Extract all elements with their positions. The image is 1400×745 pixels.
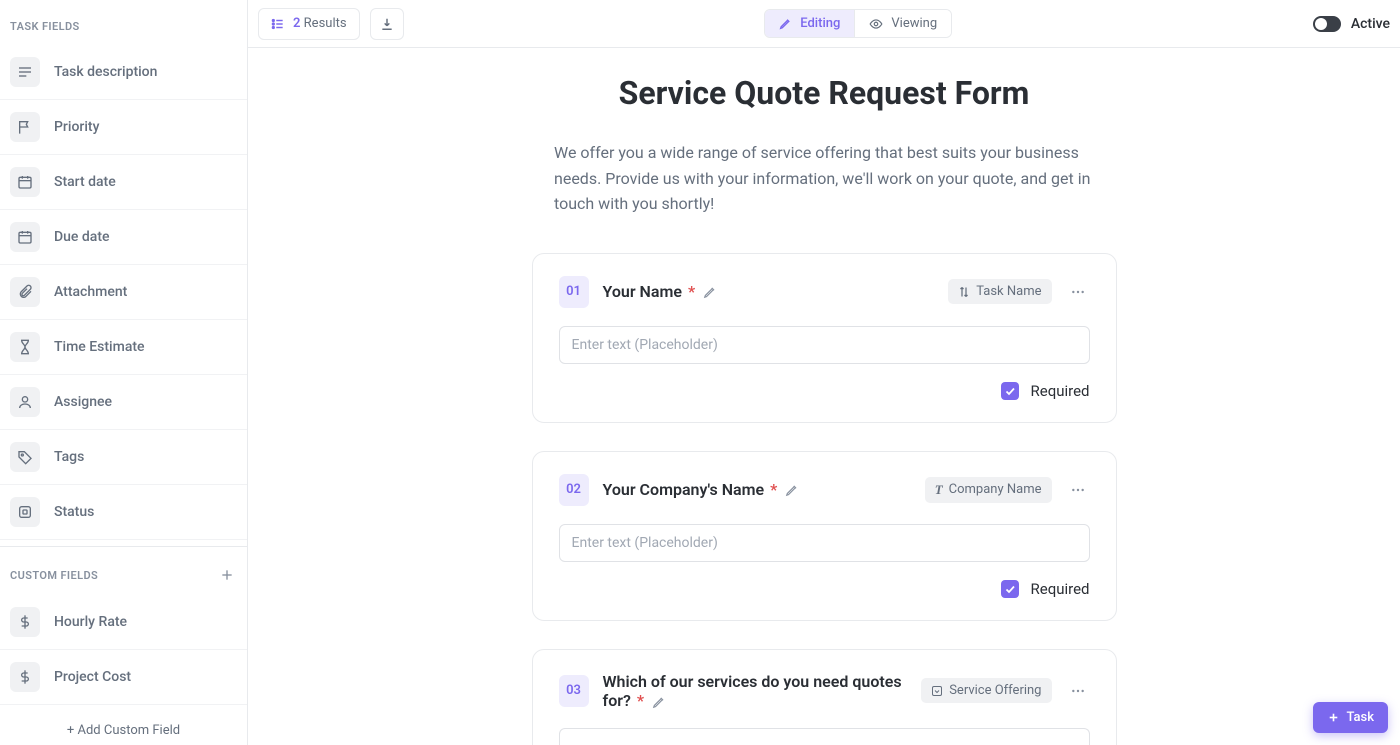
viewing-mode-button[interactable]: Viewing: [854, 10, 951, 37]
field-label: Attachment: [54, 284, 127, 300]
dollar-icon: [10, 662, 40, 692]
placeholder-input[interactable]: [559, 524, 1090, 562]
add-custom-field-icon[interactable]: [219, 567, 235, 583]
field-label: Start date: [54, 174, 116, 190]
sidebar-item-status[interactable]: Status: [0, 485, 247, 540]
required-checkbox[interactable]: [1001, 382, 1019, 400]
placeholder-input[interactable]: [559, 326, 1090, 364]
field-label: Assignee: [54, 394, 112, 410]
pencil-icon[interactable]: [652, 695, 666, 709]
fab-label: Task: [1346, 710, 1374, 725]
main: 2 Results Editing: [248, 0, 1400, 745]
question-card[interactable]: 02 Your Company's Name * T Company Name: [532, 451, 1117, 621]
results-button[interactable]: 2 Results: [258, 8, 360, 40]
required-label: Required: [1031, 382, 1090, 400]
list-icon: [271, 17, 285, 31]
editing-label: Editing: [800, 16, 840, 31]
field-label: Tags: [54, 449, 84, 465]
active-label: Active: [1351, 16, 1390, 32]
form-title[interactable]: Service Quote Request Form: [248, 74, 1400, 112]
field-label: Project Cost: [54, 669, 131, 685]
field-label: Hourly Rate: [54, 614, 127, 630]
question-title[interactable]: Your Name *: [603, 282, 696, 301]
question-number-badge: 03: [559, 675, 589, 707]
eye-icon: [869, 17, 883, 31]
field-label: Priority: [54, 119, 99, 135]
field-label: Task description: [54, 64, 157, 80]
sidebar-item-assignee[interactable]: Assignee: [0, 375, 247, 430]
topbar: 2 Results Editing: [248, 0, 1400, 48]
form-description[interactable]: We offer you a wide range of service off…: [554, 140, 1094, 217]
dropdown-sq-icon: [931, 685, 943, 697]
required-checkbox[interactable]: [1001, 580, 1019, 598]
more-icon[interactable]: [1066, 679, 1090, 703]
sidebar: TASK FIELDS Task description Priority St…: [0, 0, 248, 745]
results-count: 2: [293, 16, 300, 31]
mapping-label: Service Offering: [949, 683, 1041, 698]
question-title[interactable]: Which of our services do you need quotes…: [603, 672, 902, 710]
field-label: Status: [54, 504, 94, 520]
sidebar-item-tags[interactable]: Tags: [0, 430, 247, 485]
paperclip-icon: [10, 277, 40, 307]
new-task-fab[interactable]: Task: [1313, 702, 1388, 733]
question-number-badge: 01: [559, 276, 589, 308]
question-card[interactable]: 03 Which of our services do you need quo…: [532, 649, 1117, 745]
field-mapping-pill[interactable]: Task Name: [948, 279, 1051, 304]
sidebar-item-project-cost[interactable]: Project Cost: [0, 650, 247, 705]
field-mapping-pill[interactable]: T Company Name: [925, 477, 1052, 503]
pencil-icon[interactable]: [785, 483, 799, 497]
task-fields-heading: TASK FIELDS: [10, 20, 80, 33]
calendar-icon: [10, 222, 40, 252]
results-label: Results: [304, 16, 347, 31]
editing-mode-button[interactable]: Editing: [765, 10, 854, 37]
placeholder-input[interactable]: [559, 728, 1090, 745]
more-icon[interactable]: [1066, 280, 1090, 304]
active-toggle[interactable]: [1313, 16, 1341, 32]
sidebar-item-attachment[interactable]: Attachment: [0, 265, 247, 320]
question-card[interactable]: 01 Your Name * Task Name: [532, 253, 1117, 423]
question-title[interactable]: Your Company's Name *: [603, 480, 778, 499]
pencil-icon: [779, 17, 792, 30]
tag-icon: [10, 442, 40, 472]
dollar-icon: [10, 607, 40, 637]
hourglass-icon: [10, 332, 40, 362]
custom-fields-list: Hourly Rate Project Cost: [0, 595, 247, 705]
required-label: Required: [1031, 580, 1090, 598]
add-custom-field-button[interactable]: + Add Custom Field: [0, 705, 247, 745]
sidebar-item-hourly-rate[interactable]: Hourly Rate: [0, 595, 247, 650]
mapping-label: Company Name: [949, 482, 1042, 497]
form-canvas: Service Quote Request Form We offer you …: [248, 48, 1400, 745]
custom-fields-heading: CUSTOM FIELDS: [10, 569, 98, 582]
text-t-icon: T: [935, 482, 943, 498]
question-number-badge: 02: [559, 474, 589, 506]
sidebar-item-due-date[interactable]: Due date: [0, 210, 247, 265]
plus-icon: [1327, 711, 1340, 724]
sidebar-item-task-description[interactable]: Task description: [0, 45, 247, 100]
calendar-icon: [10, 167, 40, 197]
square-icon: [10, 497, 40, 527]
sidebar-item-start-date[interactable]: Start date: [0, 155, 247, 210]
user-icon: [10, 387, 40, 417]
more-icon[interactable]: [1066, 478, 1090, 502]
mapping-label: Task Name: [976, 284, 1041, 299]
flag-icon: [10, 112, 40, 142]
pencil-icon[interactable]: [703, 285, 717, 299]
viewing-label: Viewing: [891, 16, 937, 31]
download-button[interactable]: [370, 8, 404, 40]
field-label: Time Estimate: [54, 339, 145, 355]
mode-toggle: Editing Viewing: [764, 9, 952, 38]
field-mapping-pill[interactable]: Service Offering: [921, 678, 1051, 703]
download-icon: [380, 17, 394, 31]
task-fields-list: Task description Priority Start date Due…: [0, 45, 247, 540]
sidebar-item-priority[interactable]: Priority: [0, 100, 247, 155]
arrows-vert-icon: [958, 286, 970, 298]
text-lines-icon: [10, 57, 40, 87]
field-label: Due date: [54, 229, 110, 245]
sidebar-item-time-estimate[interactable]: Time Estimate: [0, 320, 247, 375]
